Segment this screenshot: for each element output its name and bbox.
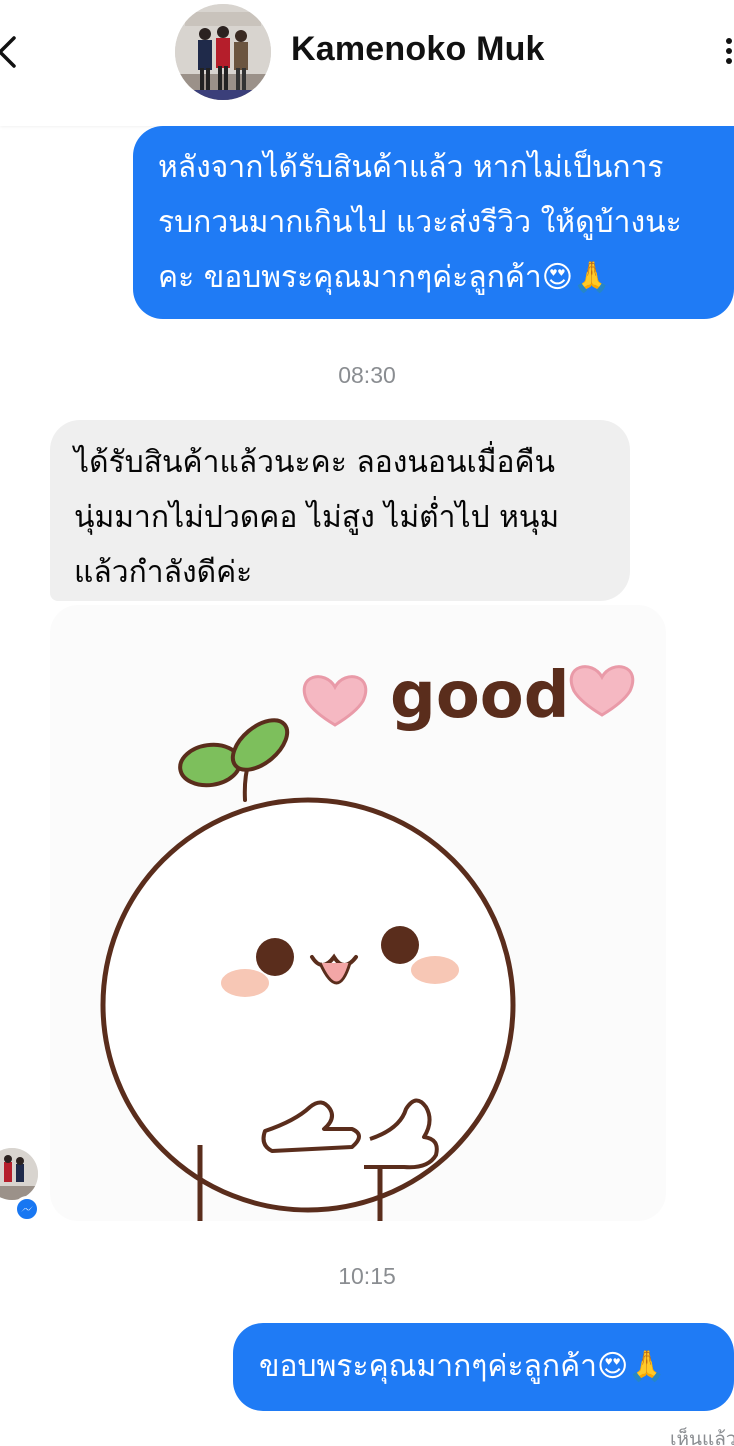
sticker-message[interactable]: good: [50, 605, 666, 1221]
heart-icon: [569, 665, 635, 717]
outgoing-message[interactable]: หลังจากได้รับสินค้าแล้ว หากไม่เป็นการ รบ…: [133, 126, 734, 319]
seen-status: เห็นแล้ว: [670, 1428, 734, 1446]
message-text: หลังจากได้รับสินค้าแล้ว หากไม่เป็นการ รบ…: [158, 150, 682, 295]
sticker-good-image: good: [100, 659, 635, 1221]
more-options-button[interactable]: [726, 38, 734, 68]
sticker-word: good: [390, 659, 570, 733]
message-text: ขอบพระคุณมากๆค่ะลูกค้า😍🙏: [259, 1349, 666, 1384]
back-button[interactable]: [0, 30, 30, 74]
contact-avatar[interactable]: [175, 4, 271, 100]
message-text: ได้รับสินค้าแล้วนะคะ ลองนอนเมื่อคืน นุ่ม…: [74, 445, 560, 590]
sender-avatar[interactable]: [0, 1148, 38, 1200]
chevron-left-icon: [0, 36, 16, 68]
timestamp: 08:30: [338, 362, 396, 388]
chat-header: Kamenoko Muk: [0, 0, 734, 126]
more-vertical-icon: [726, 38, 732, 44]
messenger-badge-icon: [14, 1196, 40, 1222]
contact-name[interactable]: Kamenoko Muk: [291, 30, 545, 69]
timestamp: 10:15: [338, 1263, 396, 1289]
incoming-message[interactable]: ได้รับสินค้าแล้วนะคะ ลองนอนเมื่อคืน นุ่ม…: [50, 420, 630, 601]
heart-icon: [302, 675, 368, 727]
outgoing-message[interactable]: ขอบพระคุณมากๆค่ะลูกค้า😍🙏: [233, 1323, 734, 1411]
